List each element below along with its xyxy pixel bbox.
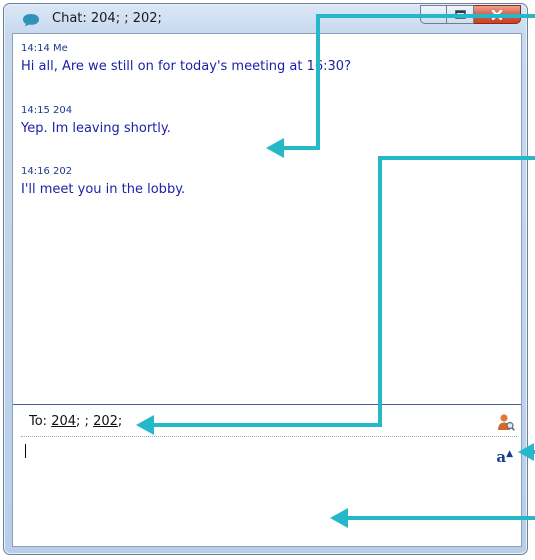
pane-splitter[interactable]: [13, 404, 521, 405]
divider: [21, 436, 517, 437]
message-meta: 14:16 202: [21, 166, 185, 177]
user-search-icon[interactable]: [497, 413, 515, 431]
message-meta: 14:14 Me: [21, 43, 351, 54]
title-bar[interactable]: Chat: 204; ; 202;: [4, 4, 527, 32]
message-history[interactable]: 14:14 Me Hi all, Are we still on for tod…: [13, 34, 521, 404]
font-format-superscript: ▲: [506, 449, 513, 459]
minimize-button[interactable]: [420, 5, 447, 24]
message-item: 14:16 202 I'll meet you in the lobby.: [21, 166, 185, 197]
recipient-separator: ;: [117, 414, 123, 429]
caption-buttons: [420, 5, 521, 25]
recipients-row: To: 204; ; 202;: [13, 406, 521, 434]
message-sender: Me: [53, 43, 68, 54]
message-meta: 14:15 204: [21, 105, 171, 116]
message-time: 14:14: [21, 43, 50, 54]
message-text: Yep. Im leaving shortly.: [21, 121, 171, 136]
recipient-link[interactable]: 202: [93, 414, 118, 429]
message-sender: 202: [53, 166, 73, 177]
message-time: 14:15: [21, 105, 50, 116]
recipient-separator: ; ;: [76, 414, 89, 429]
maximize-button[interactable]: [447, 5, 474, 24]
message-item: 14:15 204 Yep. Im leaving shortly.: [21, 105, 171, 136]
recipient-link[interactable]: 204: [51, 414, 76, 429]
message-text: I'll meet you in the lobby.: [21, 182, 186, 197]
message-time: 14:16: [21, 166, 50, 177]
font-format-glyph: a: [496, 448, 507, 466]
window-title: Chat: 204; ; 202;: [52, 11, 162, 26]
to-field: To: 204; ; 202;: [29, 414, 122, 429]
message-item: 14:14 Me Hi all, Are we still on for tod…: [21, 43, 351, 74]
to-label: To:: [29, 414, 48, 429]
maximize-icon: [454, 10, 466, 19]
text-caret: [25, 444, 26, 458]
message-sender: 204: [53, 105, 73, 116]
close-button[interactable]: [474, 5, 521, 24]
chat-client-area: 14:14 Me Hi all, Are we still on for tod…: [12, 33, 522, 547]
message-input[interactable]: [13, 438, 521, 546]
chat-window: Chat: 204; ; 202; 14:14 Me Hi all, Are w…: [3, 3, 528, 555]
close-icon: [491, 9, 503, 20]
minimize-icon: [429, 15, 438, 18]
message-text: Hi all, Are we still on for today's meet…: [21, 59, 351, 74]
chat-bubble-icon: [23, 14, 39, 27]
font-format-icon[interactable]: a▲: [496, 448, 513, 466]
